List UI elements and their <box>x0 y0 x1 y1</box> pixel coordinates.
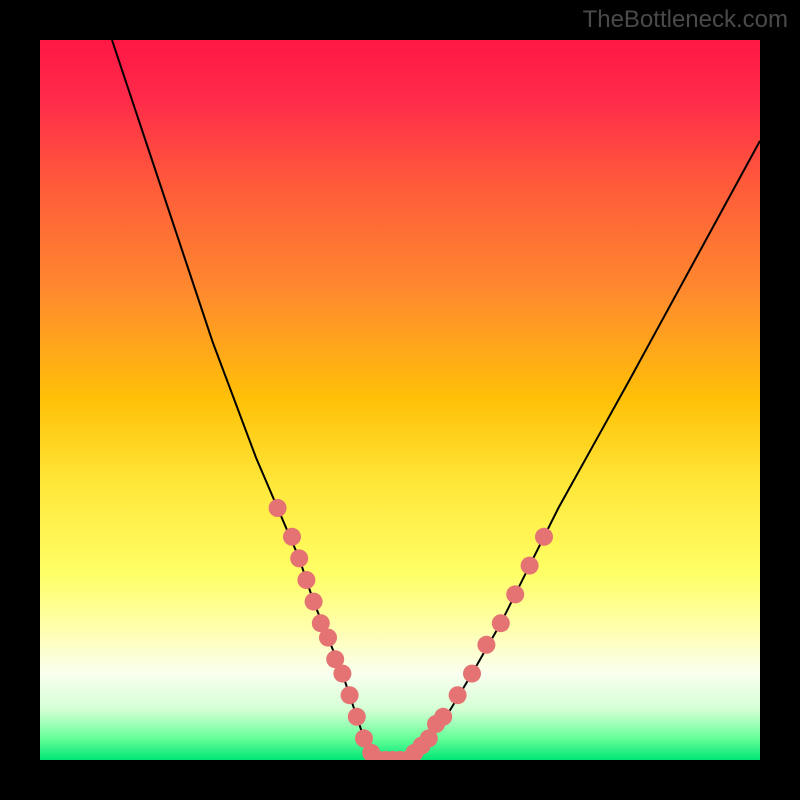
sample-dot <box>297 571 315 589</box>
plot-area <box>40 40 760 760</box>
sample-dot <box>492 614 510 632</box>
sample-dot <box>434 708 452 726</box>
sample-dots-group <box>269 499 553 760</box>
sample-dot <box>333 665 351 683</box>
sample-dot <box>535 528 553 546</box>
sample-dot <box>269 499 287 517</box>
watermark-text: TheBottleneck.com <box>583 6 788 34</box>
sample-dot <box>341 686 359 704</box>
sample-dot <box>348 708 366 726</box>
sample-dot <box>449 686 467 704</box>
sample-dot <box>521 557 539 575</box>
sample-dot <box>290 549 308 567</box>
sample-dot <box>477 636 495 654</box>
sample-dot <box>305 593 323 611</box>
sample-dot <box>463 665 481 683</box>
sample-dot <box>319 629 337 647</box>
curve-layer <box>40 40 760 760</box>
sample-dot <box>283 528 301 546</box>
sample-dot <box>506 585 524 603</box>
bottleneck-curve <box>112 40 760 760</box>
